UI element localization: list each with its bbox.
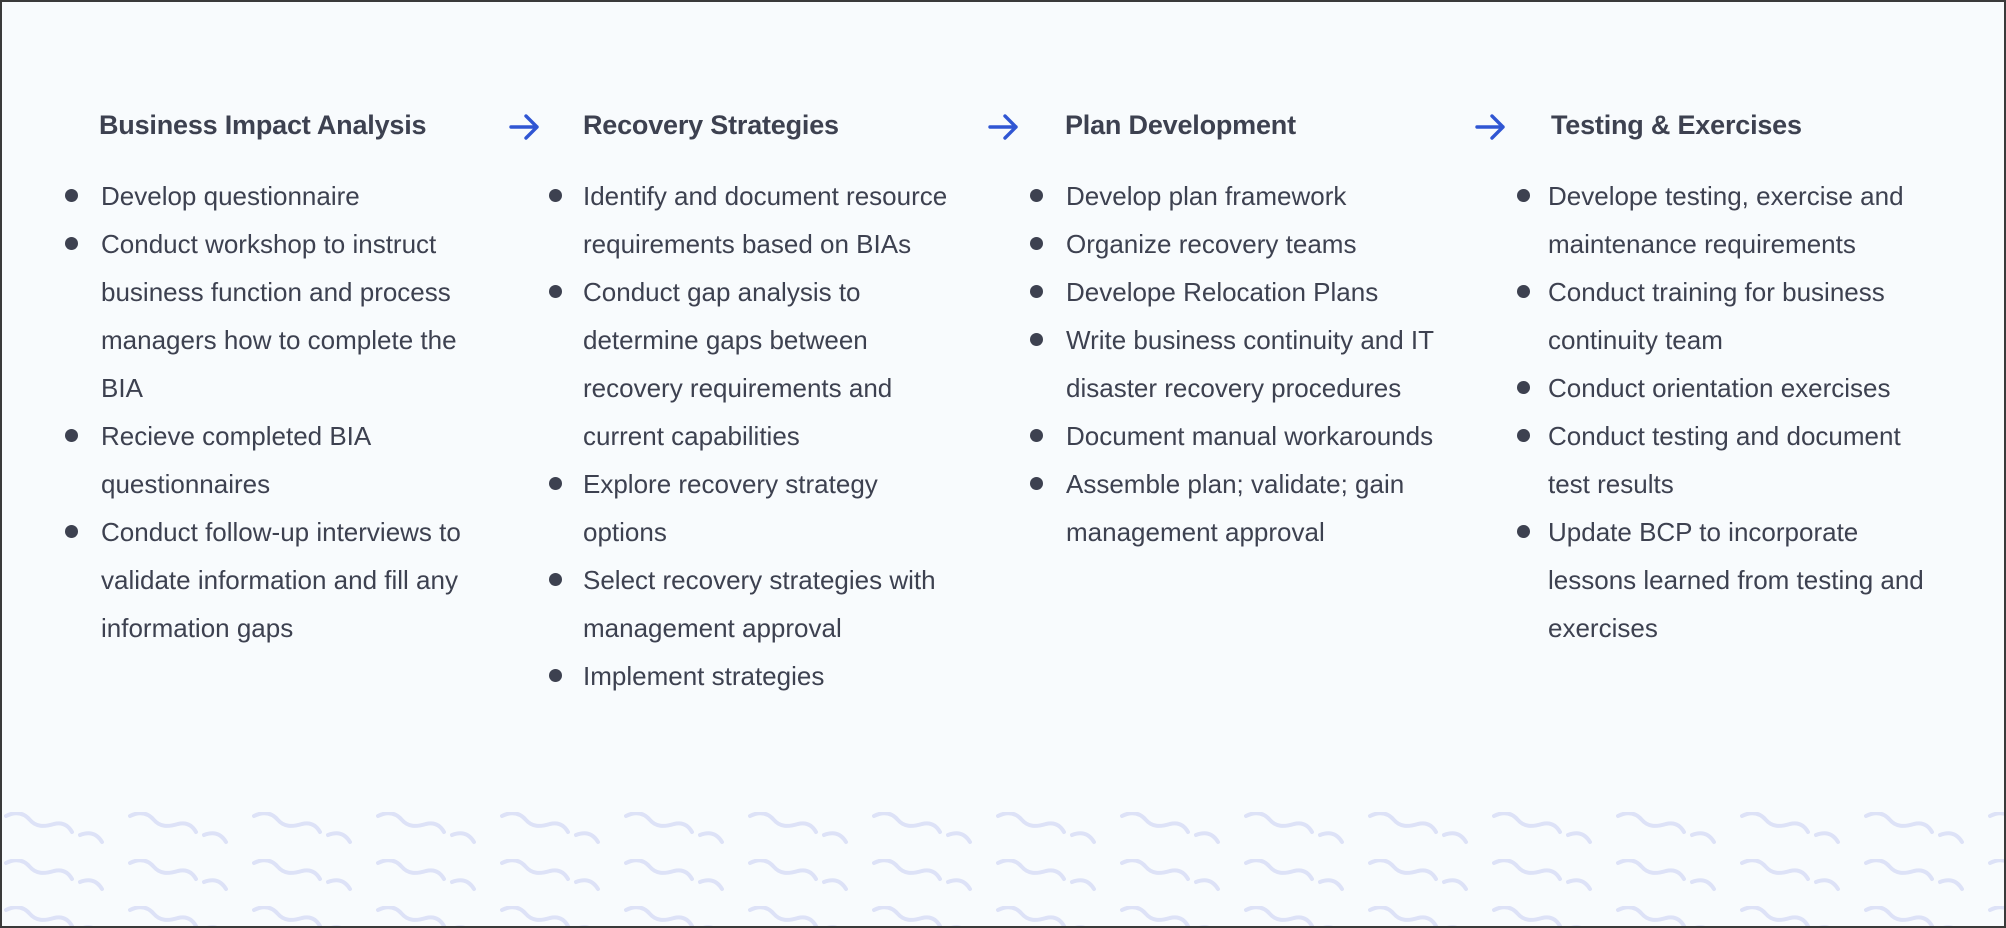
task-item: Assemble plan; validate; gain management…: [1030, 460, 1451, 556]
task-item: Develope testing, exercise and maintenan…: [1517, 172, 1948, 268]
task-text: Implement strategies: [583, 661, 825, 691]
task-item: Recieve completed BIA questionnaires: [65, 412, 481, 508]
task-text: Conduct testing and document test result…: [1548, 421, 1901, 499]
task-text: Assemble plan; validate; gain management…: [1066, 469, 1405, 547]
bullet-icon: [1030, 285, 1043, 298]
task-item: Conduct workshop to instruct business fu…: [65, 220, 481, 412]
arrow-right-icon: [509, 114, 539, 140]
task-item: Develop plan framework: [1030, 172, 1451, 220]
bullet-icon: [549, 189, 562, 202]
task-item: Develop questionnaire: [65, 172, 481, 220]
task-text: Update BCP to incorporate lessons learne…: [1548, 517, 1924, 643]
task-item: Conduct testing and document test result…: [1517, 412, 1948, 508]
task-item: Organize recovery teams: [1030, 220, 1451, 268]
task-text: Conduct orientation exercises: [1548, 373, 1891, 403]
bullet-icon: [549, 573, 562, 586]
task-text: Conduct follow-up interviews to validate…: [101, 517, 461, 643]
arrow-right-icon: [988, 114, 1018, 140]
bullet-icon: [65, 237, 78, 250]
bullet-icon: [549, 669, 562, 682]
task-item: Explore recovery strategy options: [549, 460, 963, 556]
task-item: Implement strategies: [549, 652, 963, 700]
bullet-icon: [65, 525, 78, 538]
task-text: Develop plan framework: [1066, 181, 1347, 211]
task-text: Develope testing, exercise and maintenan…: [1548, 181, 1904, 259]
phase-title: Business Impact Analysis: [99, 110, 427, 140]
bullet-icon: [1030, 237, 1043, 250]
phase-task-list: Identify and document resource requireme…: [549, 172, 963, 700]
task-item: Identify and document resource requireme…: [549, 172, 963, 268]
bullet-icon: [1517, 429, 1530, 442]
task-item: Conduct gap analysis to determine gaps b…: [549, 268, 963, 460]
phase-task-list: Develope testing, exercise and maintenan…: [1517, 172, 1948, 652]
task-item: Conduct training for business continuity…: [1517, 268, 1948, 364]
task-text: Organize recovery teams: [1066, 229, 1357, 259]
bullet-icon: [549, 477, 562, 490]
task-item: Develope Relocation Plans: [1030, 268, 1451, 316]
task-text: Select recovery strategies with manageme…: [583, 565, 936, 643]
task-text: Conduct gap analysis to determine gaps b…: [583, 277, 893, 451]
phase-title: Testing & Exercises: [1551, 110, 1802, 140]
process-diagram: Business Impact Analysis Develop questio…: [0, 0, 2006, 928]
bullet-icon: [65, 189, 78, 202]
task-text: Conduct workshop to instruct business fu…: [101, 229, 457, 403]
bullet-icon: [1030, 189, 1043, 202]
task-text: Document manual workarounds: [1066, 421, 1434, 451]
phase-task-list: Develop plan framework Organize recovery…: [1030, 172, 1451, 556]
bullet-icon: [1517, 381, 1530, 394]
bullet-icon: [1517, 525, 1530, 538]
task-item: Conduct orientation exercises: [1517, 364, 1948, 412]
task-item: Write business continuity and IT disaste…: [1030, 316, 1451, 412]
phase-task-list: Develop questionnaire Conduct workshop t…: [65, 172, 481, 652]
task-item: Conduct follow-up interviews to validate…: [65, 508, 481, 652]
phase-title: Recovery Strategies: [583, 110, 839, 140]
bullet-icon: [1030, 429, 1043, 442]
wave-pattern-decoration: [2, 802, 2004, 926]
bullet-icon: [1517, 189, 1530, 202]
bullet-icon: [1030, 477, 1043, 490]
phase-title: Plan Development: [1065, 110, 1296, 140]
task-text: Develop questionnaire: [101, 181, 360, 211]
arrow-right-icon: [1475, 114, 1505, 140]
task-text: Conduct training for business continuity…: [1548, 277, 1885, 355]
task-text: Recieve completed BIA questionnaires: [101, 421, 370, 499]
task-item: Document manual workarounds: [1030, 412, 1451, 460]
bullet-icon: [65, 429, 78, 442]
task-text: Explore recovery strategy options: [583, 469, 878, 547]
bullet-icon: [1030, 333, 1043, 346]
task-item: Select recovery strategies with manageme…: [549, 556, 963, 652]
bullet-icon: [1517, 285, 1530, 298]
task-text: Write business continuity and IT disaste…: [1066, 325, 1434, 403]
task-text: Develope Relocation Plans: [1066, 277, 1379, 307]
task-text: Identify and document resource requireme…: [583, 181, 948, 259]
task-item: Update BCP to incorporate lessons learne…: [1517, 508, 1948, 652]
bullet-icon: [549, 285, 562, 298]
